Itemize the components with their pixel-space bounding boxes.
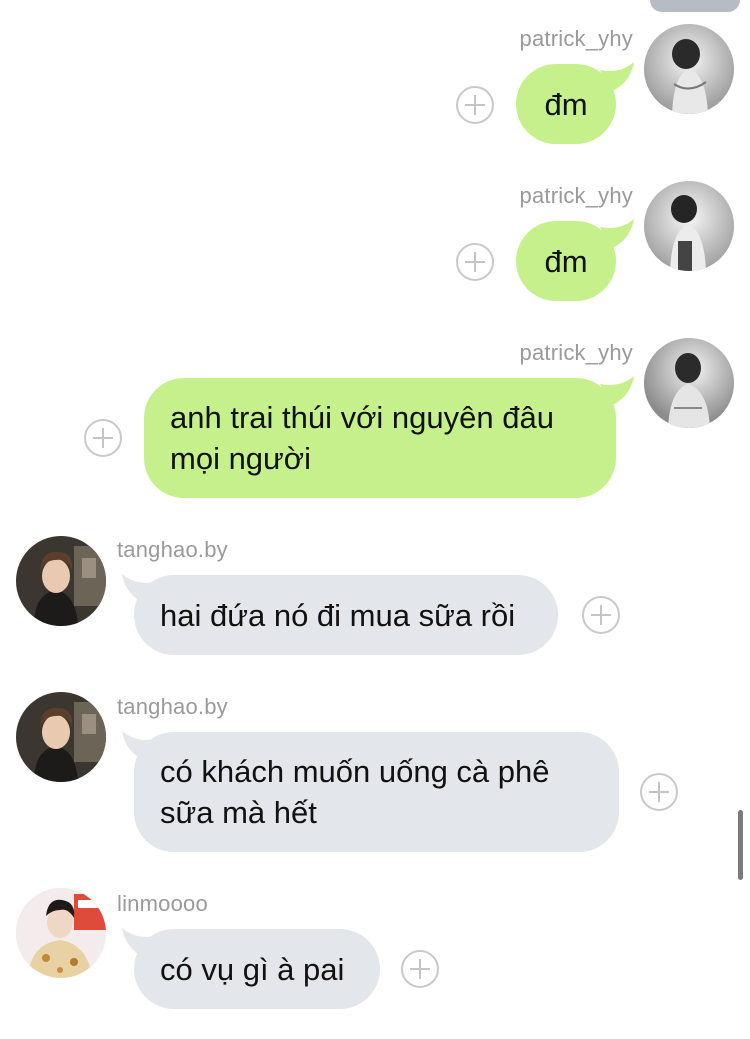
sender-name: tanghao.by [117,537,228,562]
message-text: có khách muốn uống cà phê sữa mà hết [160,751,550,833]
incoming-bubble[interactable]: có vụ gì à pai [134,929,380,1009]
avatar[interactable] [644,24,734,114]
add-reaction-icon[interactable] [456,86,494,124]
add-reaction-icon[interactable] [84,419,122,457]
message-text: đm [544,243,588,279]
add-reaction-icon[interactable] [401,950,439,988]
avatar[interactable] [644,181,734,271]
message-text: hai đứa nó đi mua sữa rồi [160,597,516,633]
sender-name: patrick_yhy [519,183,633,208]
incoming-bubble[interactable]: có khách muốn uống cà phê sữa mà hết [134,732,619,852]
incoming-bubble[interactable]: hai đứa nó đi mua sữa rồi [134,575,558,655]
add-reaction-icon[interactable] [640,773,678,811]
avatar[interactable] [16,888,106,978]
message-line: mọi người [170,441,312,476]
message-line: anh trai thúi với nguyên đâu [170,400,554,435]
outgoing-bubble[interactable]: đm [516,221,616,301]
message-text: đm [544,86,588,122]
message-line: sữa mà hết [160,795,317,830]
scrollbar[interactable] [738,810,743,880]
outgoing-bubble[interactable]: anh trai thúi với nguyên đâu mọi người [144,378,616,498]
add-reaction-icon[interactable] [456,243,494,281]
sender-name: patrick_yhy [519,340,633,365]
message-text: có vụ gì à pai [160,951,345,987]
add-reaction-icon[interactable] [582,596,620,634]
avatar[interactable] [644,338,734,428]
outgoing-bubble[interactable]: đm [516,64,616,144]
message-line: có khách muốn uống cà phê [160,754,550,789]
message-text: anh trai thúi với nguyên đâu mọi người [170,397,554,479]
sender-name: linmoooo [117,891,208,916]
avatar[interactable] [16,692,106,782]
sender-name: patrick_yhy [519,26,633,51]
sender-name: tanghao.by [117,694,228,719]
avatar[interactable] [16,536,106,626]
top-date-pill [650,0,740,12]
